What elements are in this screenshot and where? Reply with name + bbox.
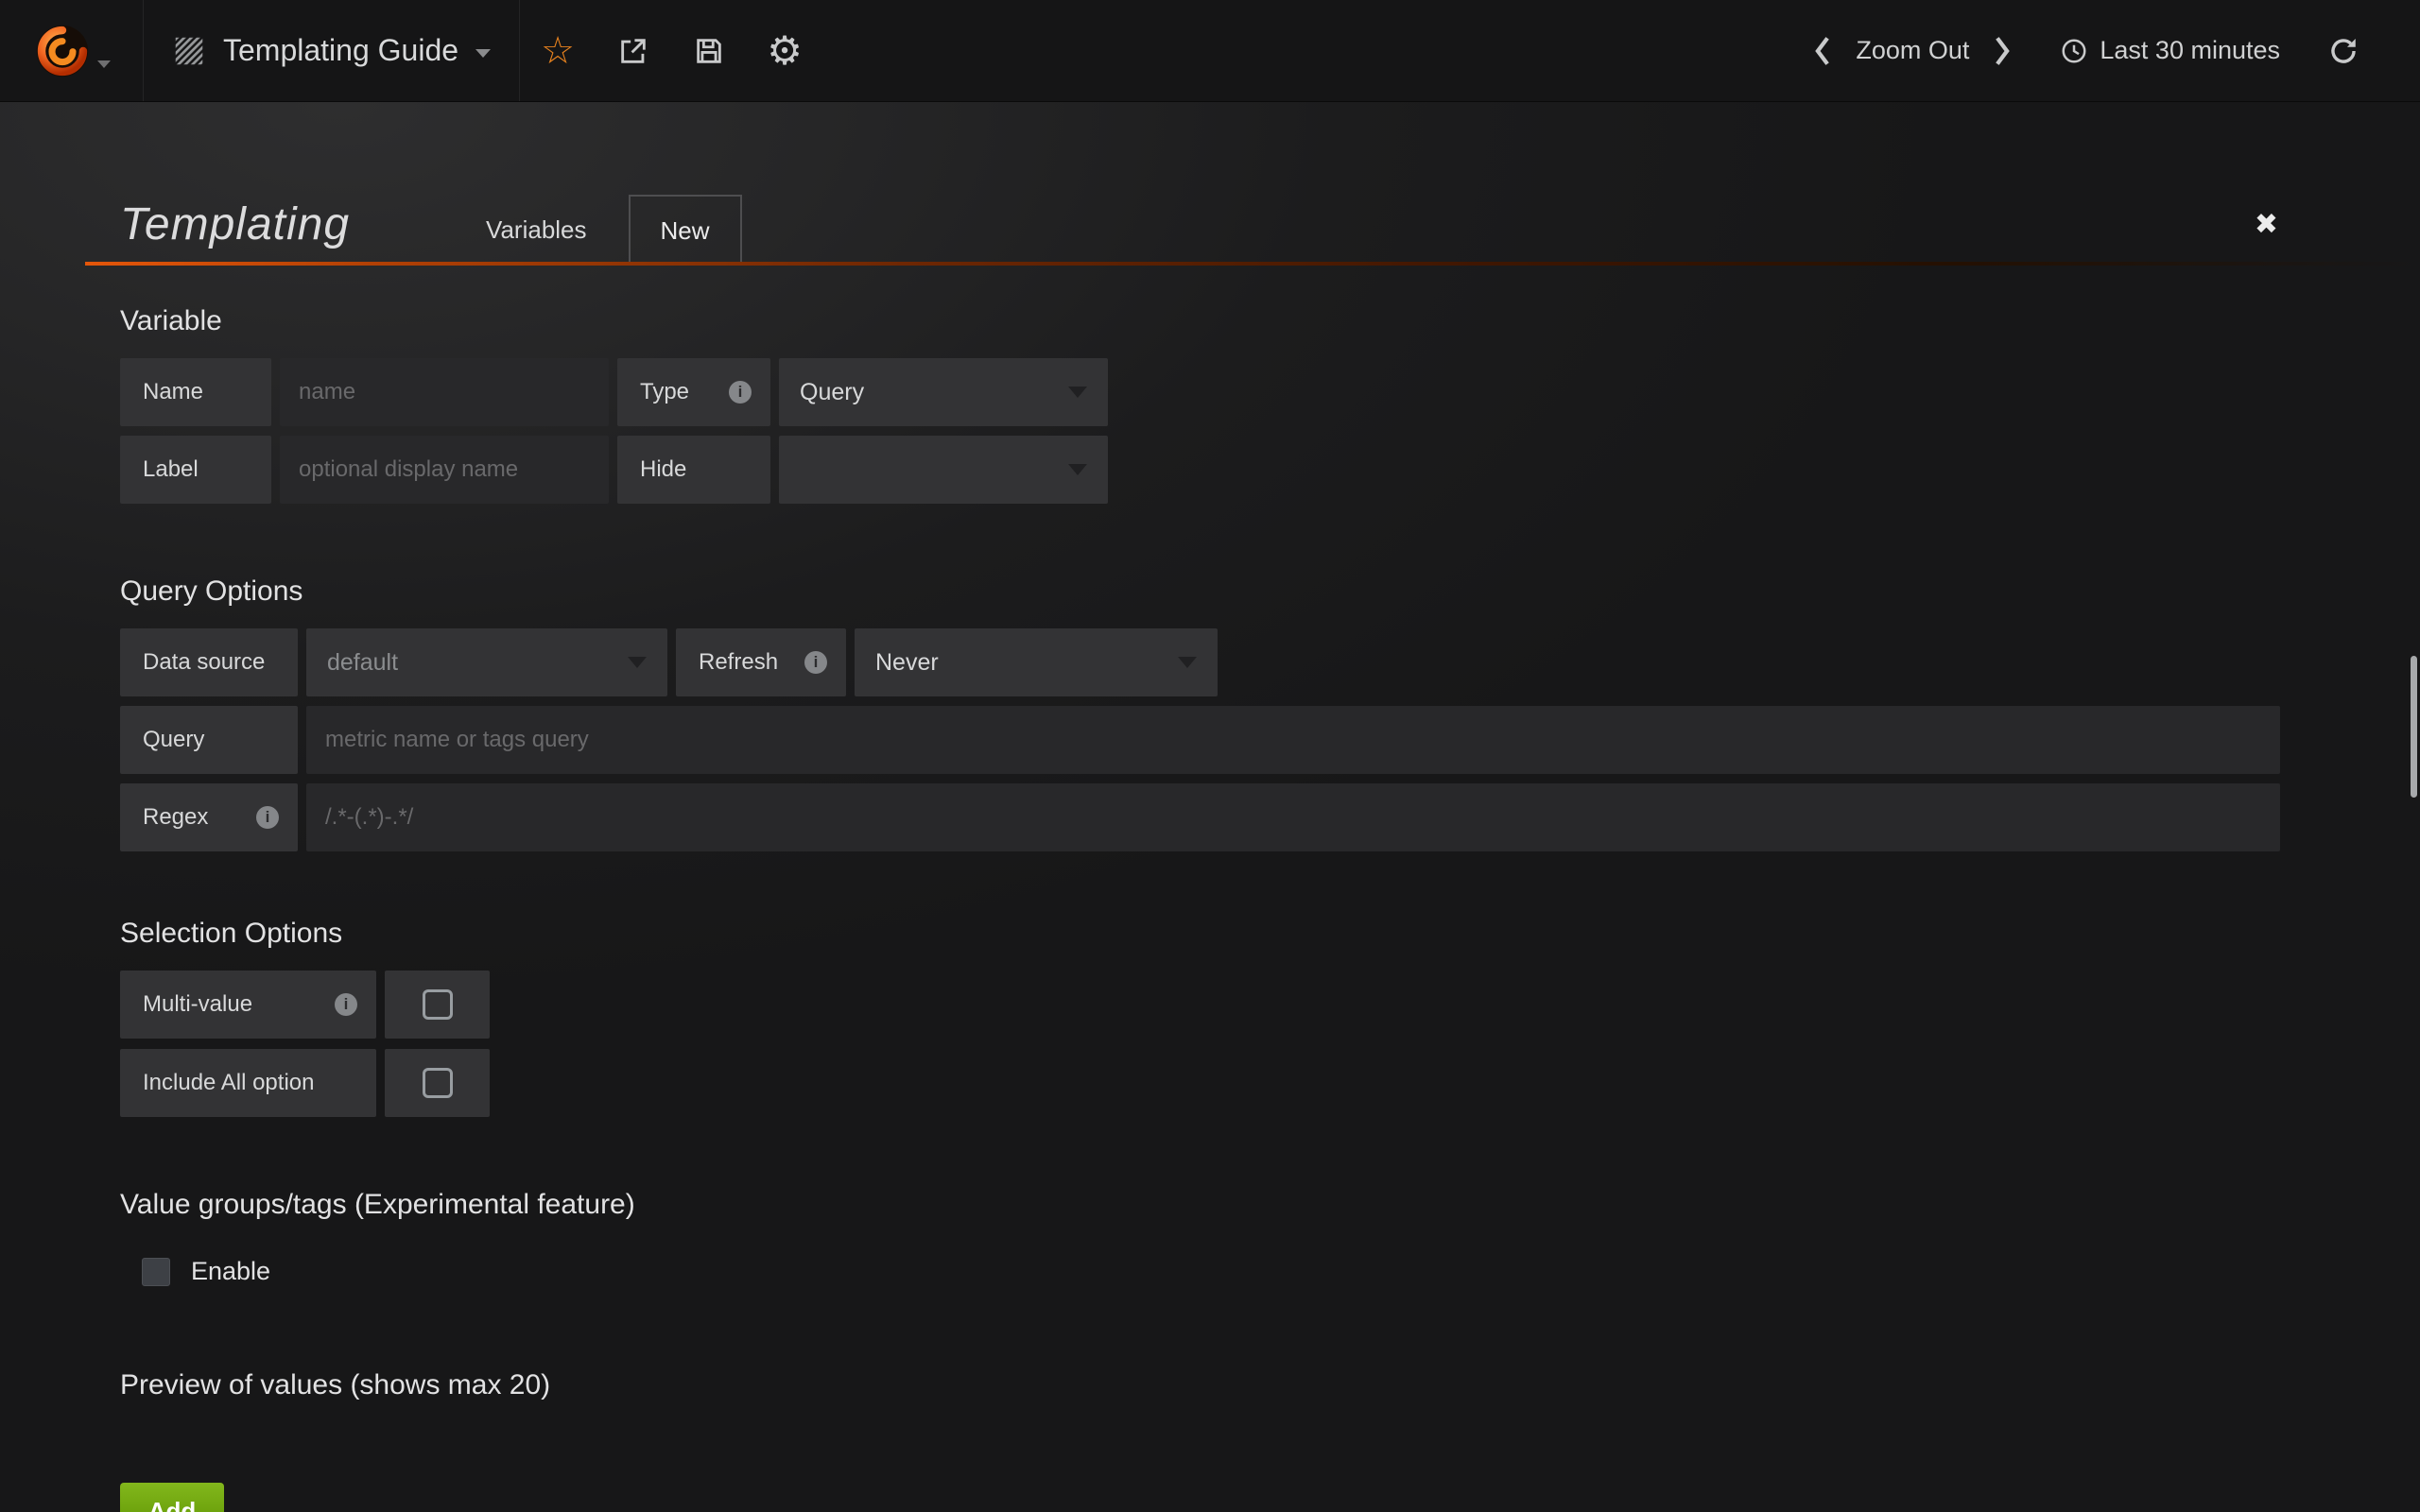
query-options-section: Query Options Data source default Refres… <box>120 576 2420 851</box>
dashboard-grid-icon <box>172 34 206 68</box>
variable-section: Variable Name Type i Query Label Hide <box>120 305 2420 504</box>
multi-value-label: Multi-value i <box>120 971 376 1039</box>
gear-icon: ⚙ <box>767 31 803 71</box>
type-label: Type i <box>617 358 770 426</box>
datasource-select[interactable]: default <box>306 628 667 696</box>
navbar-actions: ☆ ⚙ <box>520 0 822 101</box>
refresh-select[interactable]: Never <box>855 628 1218 696</box>
tab-underline <box>85 262 2420 266</box>
templating-tabs: Variables New <box>461 195 741 266</box>
close-icon: ✖ <box>2255 208 2278 241</box>
share-dashboard-button[interactable] <box>596 0 671 101</box>
time-shift-forward-button[interactable] <box>1982 29 2022 73</box>
enable-checkbox[interactable] <box>142 1258 170 1286</box>
query-options-heading: Query Options <box>120 576 2420 608</box>
refresh-label: Refresh i <box>676 628 846 696</box>
navbar-time-controls: Zoom Out Last 30 minutes <box>1803 0 2420 101</box>
enable-label: Enable <box>191 1257 270 1286</box>
save-dashboard-button[interactable] <box>671 0 747 101</box>
hide-select[interactable] <box>779 436 1108 504</box>
include-all-label: Include All option <box>120 1049 376 1117</box>
grafana-logo-icon <box>33 22 92 80</box>
multi-value-checkbox-panel <box>385 971 490 1039</box>
zoom-out-button[interactable]: Zoom Out <box>1856 36 1969 65</box>
time-range-label: Last 30 minutes <box>2100 36 2280 65</box>
regex-row: Regex i <box>120 783 2420 851</box>
refresh-icon <box>2327 35 2360 67</box>
query-input[interactable] <box>306 706 2280 774</box>
star-icon: ☆ <box>541 32 575 70</box>
caret-down-icon <box>1068 387 1087 398</box>
preview-section: Preview of values (shows max 20) <box>120 1369 2420 1401</box>
templating-editor: Templating Variables New ✖ Variable Name… <box>0 102 2420 1512</box>
dashboard-title: Templating Guide <box>223 33 458 68</box>
value-groups-section: Value groups/tags (Experimental feature)… <box>120 1189 2420 1286</box>
caret-down-icon <box>1178 657 1197 668</box>
multi-value-row: Multi-value i <box>120 971 2420 1039</box>
name-label: Name <box>120 358 271 426</box>
variable-name-row: Name Type i Query <box>120 358 2420 426</box>
include-all-checkbox-panel <box>385 1049 490 1117</box>
preview-heading: Preview of values (shows max 20) <box>120 1369 2420 1401</box>
hide-label: Hide <box>617 436 770 504</box>
chevron-left-icon <box>1812 35 1833 67</box>
dashboard-settings-button[interactable]: ⚙ <box>747 0 822 101</box>
type-select[interactable]: Query <box>779 358 1108 426</box>
variable-label-row: Label Hide <box>120 436 2420 504</box>
close-button[interactable]: ✖ <box>2255 208 2278 241</box>
clock-icon <box>2060 37 2088 65</box>
name-input[interactable] <box>280 358 609 426</box>
share-icon <box>617 35 649 67</box>
selection-options-heading: Selection Options <box>120 918 2420 950</box>
selection-options-section: Selection Options Multi-value i Include … <box>120 918 2420 1117</box>
tab-variables[interactable]: Variables <box>461 215 611 245</box>
include-all-row: Include All option <box>120 1049 2420 1117</box>
zoom-out-label: Zoom Out <box>1856 36 1969 65</box>
top-navbar: Templating Guide ☆ <box>0 0 2420 102</box>
label-label: Label <box>120 436 271 504</box>
multi-value-checkbox[interactable] <box>423 989 453 1020</box>
caret-down-icon <box>628 657 647 668</box>
grafana-logo-menu[interactable] <box>0 0 144 101</box>
tab-new[interactable]: New <box>629 195 742 266</box>
templating-header: Templating Variables New ✖ <box>120 102 2420 266</box>
dashboard-caret-down-icon <box>475 49 491 58</box>
datasource-row: Data source default Refresh i Never <box>120 628 2420 696</box>
dashboard-switcher[interactable]: Templating Guide <box>144 0 520 101</box>
logo-caret-down-icon <box>97 60 111 68</box>
variable-heading: Variable <box>120 305 2420 337</box>
multi-value-info-icon[interactable]: i <box>335 993 357 1016</box>
label-input[interactable] <box>280 436 609 504</box>
time-range-picker[interactable]: Last 30 minutes <box>2060 36 2280 65</box>
datasource-label: Data source <box>120 628 298 696</box>
refresh-info-icon[interactable]: i <box>804 651 827 674</box>
regex-input[interactable] <box>306 783 2280 851</box>
time-shift-back-button[interactable] <box>1803 29 1842 73</box>
save-icon <box>693 35 725 67</box>
add-button[interactable]: Add <box>120 1483 224 1512</box>
enable-row: Enable <box>120 1257 2420 1286</box>
regex-label: Regex i <box>120 783 298 851</box>
caret-down-icon <box>1068 464 1087 475</box>
regex-info-icon[interactable]: i <box>256 806 279 829</box>
query-row: Query <box>120 706 2420 774</box>
value-groups-heading: Value groups/tags (Experimental feature) <box>120 1189 2420 1221</box>
chevron-right-icon <box>1992 35 2013 67</box>
star-dashboard-button[interactable]: ☆ <box>520 0 596 101</box>
type-info-icon[interactable]: i <box>729 381 752 404</box>
refresh-dashboard-button[interactable] <box>2322 35 2365 67</box>
include-all-checkbox[interactable] <box>423 1068 453 1098</box>
query-label: Query <box>120 706 298 774</box>
scrollbar-thumb[interactable] <box>2411 656 2417 798</box>
page-title: Templating <box>120 198 350 250</box>
